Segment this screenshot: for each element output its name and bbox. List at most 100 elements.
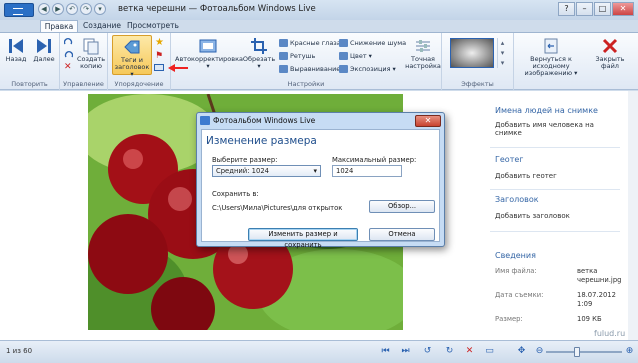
geotag-heading: Геотег: [495, 155, 524, 164]
add-geotag-link[interactable]: Добавить геотег: [495, 172, 557, 180]
dialog-close-button[interactable]: ✕: [415, 115, 441, 127]
red-eye-button[interactable]: Красные глаза: [279, 39, 341, 47]
next-button[interactable]: ⏭: [400, 346, 411, 357]
group-organize: Теги и заголовок ▾ ★ ⚑ Упорядочение: [108, 33, 171, 90]
forward-button[interactable]: Далее: [32, 37, 56, 63]
tags-caption-button[interactable]: Теги и заголовок ▾: [112, 35, 152, 78]
size-select-label: Выберите размер:: [212, 156, 278, 164]
image-counter: 1 из 60: [6, 347, 33, 355]
info-icon[interactable]: [154, 64, 164, 71]
next-icon: [37, 39, 51, 53]
straighten-icon: [279, 65, 288, 73]
auto-adjust-icon: [199, 39, 217, 53]
exposure-icon: [339, 65, 348, 73]
rotate-right-icon[interactable]: [64, 50, 73, 59]
info-panel: Имена людей на снимке Добавить имя челов…: [480, 91, 630, 340]
quick-access-toolbar: ◀ ▶ ↶ ↷ ▾: [38, 3, 106, 15]
previous-icon: [9, 39, 23, 53]
crop-button[interactable]: Обрезать ▾: [241, 37, 277, 70]
group-settings: Автокорректировка ▾ Обрезать ▾ Красные г…: [171, 33, 442, 90]
star-rating-icon[interactable]: ★: [155, 37, 164, 48]
delete-button-icon[interactable]: ✕: [464, 346, 475, 357]
dialog-title: Фотоальбом Windows Live: [213, 116, 316, 125]
delete-icon[interactable]: ✕: [64, 63, 73, 72]
dialog-body: Изменение размера Выберите размер: Средн…: [201, 129, 440, 249]
back-button[interactable]: Назад: [4, 37, 28, 63]
status-bar: 1 из 60 fulud.ru ⏮ ⏭ ↺ ↻ ✕ ▭ ✥ ⊖ ⊕: [0, 329, 638, 363]
zoom-slider-thumb[interactable]: [574, 347, 580, 357]
help-button[interactable]: ?: [558, 2, 575, 16]
info-heading: Сведения: [495, 251, 536, 260]
max-size-label: Максимальный размер:: [332, 156, 417, 164]
group-label-manage: Управление: [63, 80, 104, 88]
app-menu-button[interactable]: [4, 3, 34, 17]
group-label-organize: Упорядочение: [114, 80, 164, 88]
photo-gallery-window: ◀ ▶ ↶ ↷ ▾ ветка черешни — Фотоальбом Win…: [0, 0, 638, 363]
exposure-button[interactable]: Экспозиция ▾: [339, 65, 396, 73]
fine-tune-button[interactable]: Точная настройка: [405, 37, 441, 70]
noise-reduction-button[interactable]: Снижение шума: [339, 39, 406, 47]
browse-button[interactable]: Обзор...: [369, 200, 435, 213]
maximize-button[interactable]: □: [594, 2, 611, 16]
back-icon[interactable]: ◀: [38, 3, 50, 15]
size-select[interactable]: Средний: 1024: [212, 165, 321, 177]
zoom-in-icon[interactable]: ⊕: [624, 346, 635, 357]
straighten-button[interactable]: Выравнивание: [279, 65, 340, 73]
divider: [490, 231, 620, 232]
window-controls: ? – □ ✕: [558, 2, 634, 16]
effects-scroll[interactable]: ▴ ▾ ▾: [497, 38, 507, 68]
people-heading: Имена людей на снимке: [495, 106, 598, 115]
tag-icon: [124, 40, 140, 54]
noise-icon: [339, 39, 348, 47]
resize-dialog: Фотоальбом Windows Live ✕ Изменение разм…: [196, 112, 445, 249]
eye-icon: [279, 39, 288, 47]
rotate-icon[interactable]: [64, 37, 73, 46]
rotate-left-icon[interactable]: ↺: [422, 346, 433, 357]
color-icon: [339, 52, 348, 60]
group-manage: ✕ Создать копию Управление: [60, 33, 108, 90]
fit-icon[interactable]: ✥: [516, 346, 527, 357]
revert-button[interactable]: Вернуться к исходному изображению ▾: [514, 37, 588, 77]
retouch-button[interactable]: Ретушь: [279, 52, 315, 60]
crop-icon: [251, 38, 267, 54]
dialog-heading: Изменение размера: [206, 135, 317, 147]
previous-button[interactable]: ⏮: [380, 346, 391, 357]
undo-icon[interactable]: ↶: [66, 3, 78, 15]
zoom-out-icon[interactable]: ⊖: [534, 346, 545, 357]
flag-icon[interactable]: ⚑: [155, 51, 163, 61]
max-size-input[interactable]: 1024: [332, 165, 402, 177]
minimize-button[interactable]: –: [576, 2, 593, 16]
save-path: C:\Users\Мила\Pictures\для открыток: [212, 204, 343, 212]
group-label-effects: Эффекты: [461, 80, 494, 88]
watermark: fulud.ru: [594, 329, 626, 338]
create-copy-button[interactable]: Создать копию: [76, 37, 106, 70]
add-person-link[interactable]: Добавить имя человека на снимке: [495, 121, 594, 137]
date-label: Дата съемки:: [495, 291, 544, 299]
add-caption-link[interactable]: Добавить заголовок: [495, 212, 570, 220]
close-window-button[interactable]: ✕: [612, 2, 634, 16]
color-button[interactable]: Цвет ▾: [339, 52, 372, 60]
slideshow-icon[interactable]: ▭: [484, 346, 495, 357]
zoom-slider[interactable]: [546, 351, 622, 353]
brush-icon: [279, 52, 288, 60]
filename-label: Имя файла:: [495, 267, 537, 275]
forward-icon[interactable]: ▶: [52, 3, 64, 15]
window-title: ветка черешни — Фотоальбом Windows Live: [118, 4, 316, 14]
rotate-right-button-icon[interactable]: ↻: [444, 346, 455, 357]
scrollbar[interactable]: [628, 91, 638, 340]
group-label-settings: Настройки: [287, 80, 325, 88]
redo-icon[interactable]: ↷: [80, 3, 92, 15]
customize-qat-icon[interactable]: ▾: [94, 3, 106, 15]
group-repeat: Назад Далее Повторить: [0, 33, 60, 90]
cancel-button[interactable]: Отмена: [369, 228, 435, 241]
filename-value: ветка черешни.jpg: [577, 267, 622, 284]
resize-save-button[interactable]: Изменить размер и сохранить: [248, 228, 358, 249]
caption-heading: Заголовок: [495, 195, 539, 204]
group-effects: ▴ ▾ ▾ Эффекты: [442, 33, 514, 90]
close-file-button[interactable]: Закрыть файл: [592, 37, 628, 70]
effect-thumbnail[interactable]: [450, 38, 494, 68]
close-file-icon: [602, 38, 618, 54]
divider: [490, 189, 620, 190]
divider: [490, 147, 620, 148]
title-bar: ◀ ▶ ↶ ↷ ▾ ветка черешни — Фотоальбом Win…: [0, 0, 638, 20]
